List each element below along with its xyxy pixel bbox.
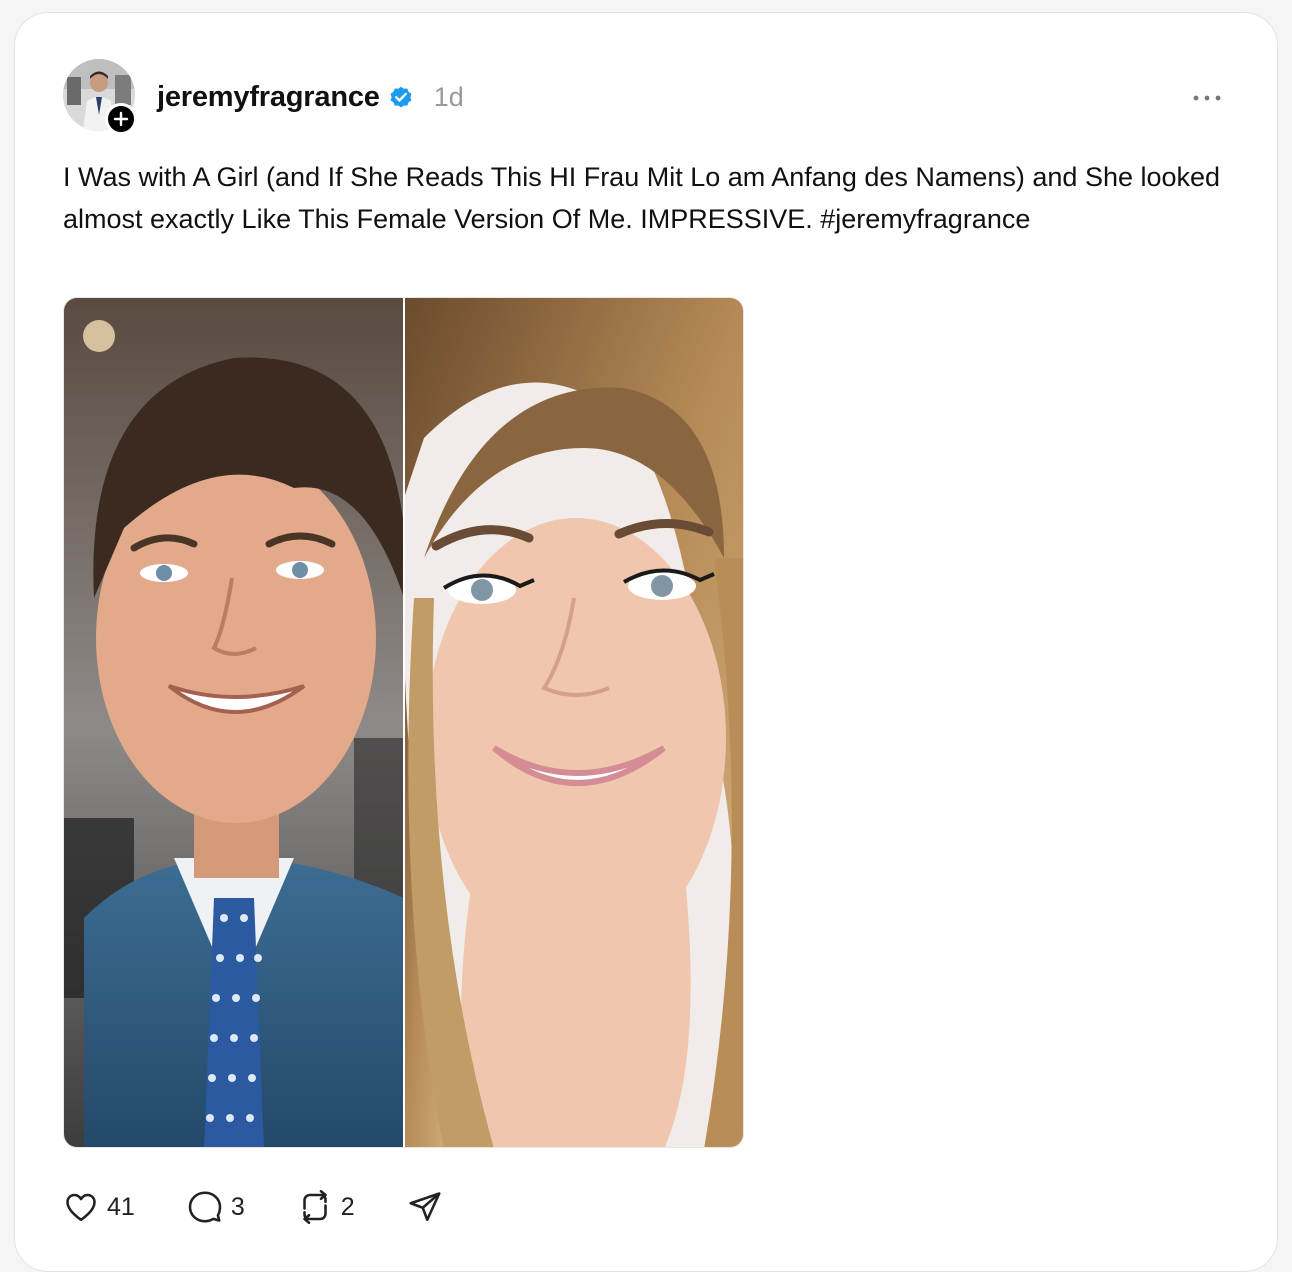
- plus-icon: [113, 111, 129, 127]
- comment-icon: [188, 1191, 222, 1223]
- post-timestamp[interactable]: 1d: [434, 82, 464, 113]
- verified-badge-icon: [388, 84, 414, 110]
- repost-icon: [302, 1189, 327, 1225]
- post-text: I Was with A Girl (and If She Reads This…: [63, 162, 1228, 234]
- repost-count: 2: [340, 1192, 355, 1221]
- post-card: jeremyfragrance 1d I Was with A Girl (an…: [14, 12, 1278, 1272]
- reply-count: 3: [230, 1192, 245, 1221]
- post-actions: 41 3 2: [63, 1185, 495, 1229]
- send-icon: [409, 1192, 441, 1222]
- share-button[interactable]: [407, 1189, 443, 1225]
- follow-plus-button[interactable]: [105, 103, 137, 135]
- more-options-button[interactable]: [1187, 83, 1227, 113]
- like-count: 41: [107, 1192, 135, 1221]
- avatar[interactable]: [63, 59, 137, 135]
- post-image-graphic: [64, 298, 743, 1147]
- like-button[interactable]: 41: [63, 1189, 135, 1225]
- more-dots-icon: [1193, 95, 1221, 101]
- post-image[interactable]: [63, 297, 744, 1148]
- reply-button[interactable]: 3: [187, 1189, 245, 1225]
- repost-button[interactable]: 2: [297, 1189, 355, 1225]
- post-header: jeremyfragrance 1d: [157, 77, 464, 117]
- username-link[interactable]: jeremyfragrance: [157, 81, 380, 114]
- heart-icon: [66, 1193, 96, 1222]
